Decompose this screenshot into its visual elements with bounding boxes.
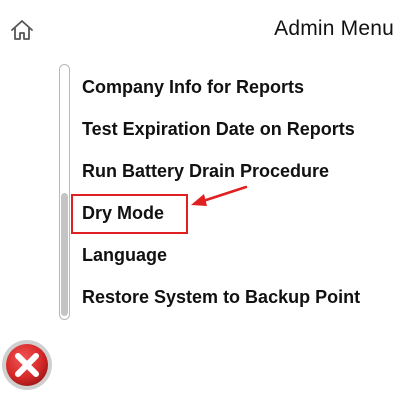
scrollbar-thumb[interactable] bbox=[61, 193, 68, 316]
menu-item-language[interactable]: Language bbox=[82, 240, 360, 282]
menu-item-restore-system[interactable]: Restore System to Backup Point bbox=[82, 282, 360, 324]
menu-item-company-info[interactable]: Company Info for Reports bbox=[82, 72, 360, 114]
menu-scrollbar[interactable] bbox=[59, 64, 70, 320]
highlight-box bbox=[71, 194, 188, 234]
annotation-arrow-icon bbox=[188, 182, 248, 217]
close-icon bbox=[0, 340, 54, 396]
menu-item-test-expiration[interactable]: Test Expiration Date on Reports bbox=[82, 114, 360, 156]
home-icon bbox=[9, 17, 35, 48]
close-button[interactable] bbox=[0, 338, 56, 392]
home-button[interactable] bbox=[8, 18, 36, 46]
page-title: Admin Menu bbox=[274, 17, 394, 40]
